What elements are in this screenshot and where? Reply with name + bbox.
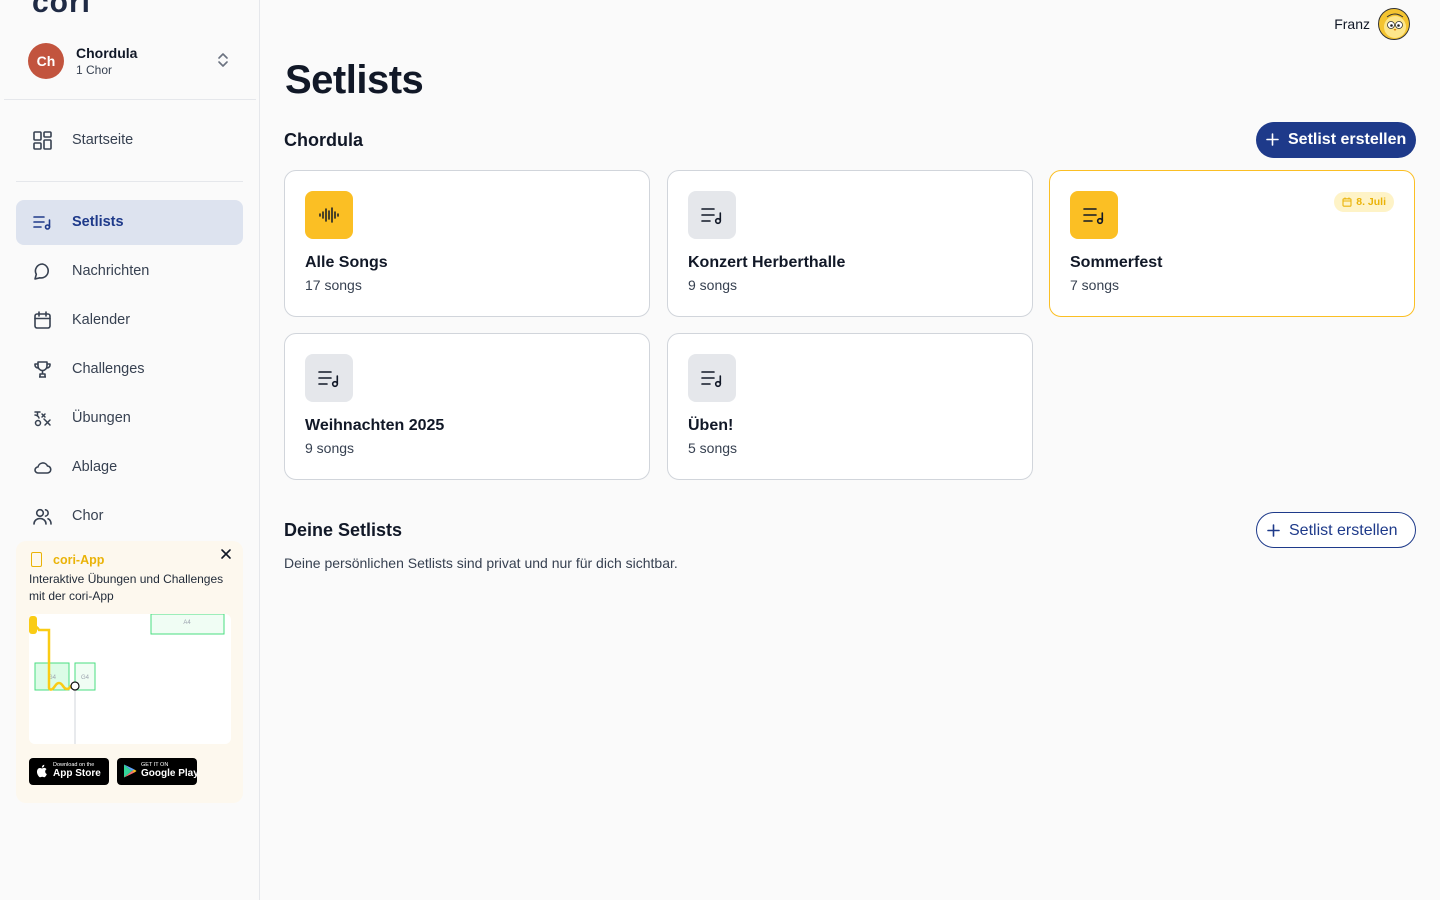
note-label: G4 (81, 675, 90, 681)
trophy-icon (34, 361, 51, 378)
choir-name: Chordula (76, 45, 138, 61)
promo-text: Interaktive Übungen und Challenges mit d… (29, 572, 224, 603)
app-store-button[interactable]: Download on the App Store (29, 758, 109, 785)
sidebar-item-label: Chor (72, 508, 104, 524)
setlist-song-count: 7 songs (1070, 277, 1120, 293)
setlist-card-weihnachten-2025[interactable]: Weihnachten 2025 9 songs (284, 333, 650, 480)
personal-setlists-description: Deine persönlichen Setlists sind privat … (284, 555, 678, 571)
personal-setlists-heading: Deine Setlists (284, 520, 403, 540)
setlist-song-count: 5 songs (688, 440, 738, 456)
setlist-card-ueben[interactable]: Üben! 5 songs (667, 333, 1033, 480)
nav-divider (16, 181, 243, 182)
calendar-icon (1342, 197, 1352, 207)
sidebar-item-label: Startseite (72, 132, 134, 148)
setlist-icon (1083, 208, 1104, 225)
dashboard-icon (33, 131, 52, 150)
setlist-icon (701, 208, 722, 225)
sidebar-item-ablage[interactable]: Ablage (16, 445, 243, 490)
message-icon (34, 263, 49, 280)
users-icon (33, 508, 52, 525)
chevron-updown-icon (218, 53, 228, 67)
app-preview-image: A4 G4 G4 (29, 614, 231, 744)
store-big-text: App Store (53, 768, 101, 779)
setlist-icon-box (305, 354, 353, 402)
sidebar-item-label: Übungen (72, 410, 131, 426)
page-title: Setlists (285, 58, 424, 102)
choir-setlists-heading: Chordula (284, 130, 363, 150)
sidebar-item-kalender[interactable]: Kalender (16, 298, 243, 343)
setlist-card-sommerfest[interactable]: 8. Juli Sommerfest 7 songs (1049, 170, 1415, 317)
sidebar-item-nachrichten[interactable]: Nachrichten (16, 249, 243, 294)
sidebar-item-label: Kalender (72, 312, 131, 328)
create-setlist-label: Setlist erstellen (1289, 522, 1398, 539)
app-promo-card: cori-App Interaktive Übungen und Challen… (16, 541, 243, 803)
setlist-icon-box (688, 191, 736, 239)
setlist-name: Konzert Herberthalle (688, 254, 846, 271)
setlist-icon (318, 371, 339, 388)
phone-icon (31, 552, 42, 567)
app-logo[interactable]: cori (32, 0, 91, 20)
sidebar: cori Ch Chordula 1 Chor Startseite Setli… (0, 0, 260, 900)
calendar-icon (34, 311, 51, 329)
sidebar-item-label: Setlists (72, 214, 124, 230)
exercise-icon (34, 411, 51, 427)
create-personal-setlist-button[interactable]: Setlist erstellen (1256, 512, 1416, 548)
sidebar-item-label: Challenges (72, 361, 145, 377)
sidebar-item-label: Ablage (72, 459, 118, 475)
plus-icon (1267, 524, 1280, 537)
setlist-icon-box (305, 191, 353, 239)
note-label: A4 (183, 620, 191, 626)
sidebar-item-chor[interactable]: Chor (16, 494, 243, 539)
setlist-name: Alle Songs (305, 254, 388, 271)
setlist-song-count: 9 songs (688, 277, 738, 293)
setlist-icon (701, 371, 722, 388)
date-badge-text: 8. Juli (1356, 196, 1386, 208)
cloud-icon (34, 462, 52, 474)
setlist-name: Sommerfest (1070, 254, 1163, 271)
date-badge: 8. Juli (1334, 192, 1394, 212)
promo-title: cori-App (53, 553, 105, 567)
sidebar-item-uebungen[interactable]: Übungen (16, 396, 243, 441)
sidebar-item-setlists[interactable]: Setlists (16, 200, 243, 245)
choir-avatar: Ch (28, 43, 64, 79)
choir-switcher[interactable]: Ch Chordula 1 Chor (4, 28, 256, 100)
setlist-name: Üben! (688, 417, 734, 434)
create-setlist-label: Setlist erstellen (1288, 131, 1407, 148)
setlist-card-konzert-herberthalle[interactable]: Konzert Herberthalle 9 songs (667, 170, 1033, 317)
pitch-exercise-illustration: A4 G4 G4 (29, 614, 225, 744)
create-setlist-button[interactable]: Setlist erstellen (1256, 122, 1416, 158)
store-big-text: Google Play (141, 768, 199, 779)
setlist-song-count: 17 songs (305, 277, 362, 293)
avatar (1378, 8, 1410, 40)
plus-icon (1266, 133, 1279, 146)
audio-wave-icon (319, 207, 339, 223)
sidebar-item-label: Nachrichten (72, 263, 150, 279)
user-menu[interactable]: Franz (1300, 8, 1420, 40)
setlist-song-count: 9 songs (305, 440, 355, 456)
google-play-icon (124, 764, 137, 778)
sidebar-item-startseite[interactable]: Startseite (16, 118, 243, 163)
setlist-card-alle-songs[interactable]: Alle Songs 17 songs (284, 170, 650, 317)
setlist-icon (33, 216, 51, 230)
choir-count: 1 Chor (76, 63, 113, 77)
close-icon[interactable] (219, 547, 233, 561)
setlist-name: Weihnachten 2025 (305, 417, 445, 434)
sidebar-item-challenges[interactable]: Challenges (16, 347, 243, 392)
user-name: Franz (1334, 16, 1370, 32)
setlist-icon-box (1070, 191, 1118, 239)
setlist-icon-box (688, 354, 736, 402)
apple-icon (36, 764, 47, 778)
google-play-button[interactable]: GET IT ON Google Play (117, 758, 199, 785)
